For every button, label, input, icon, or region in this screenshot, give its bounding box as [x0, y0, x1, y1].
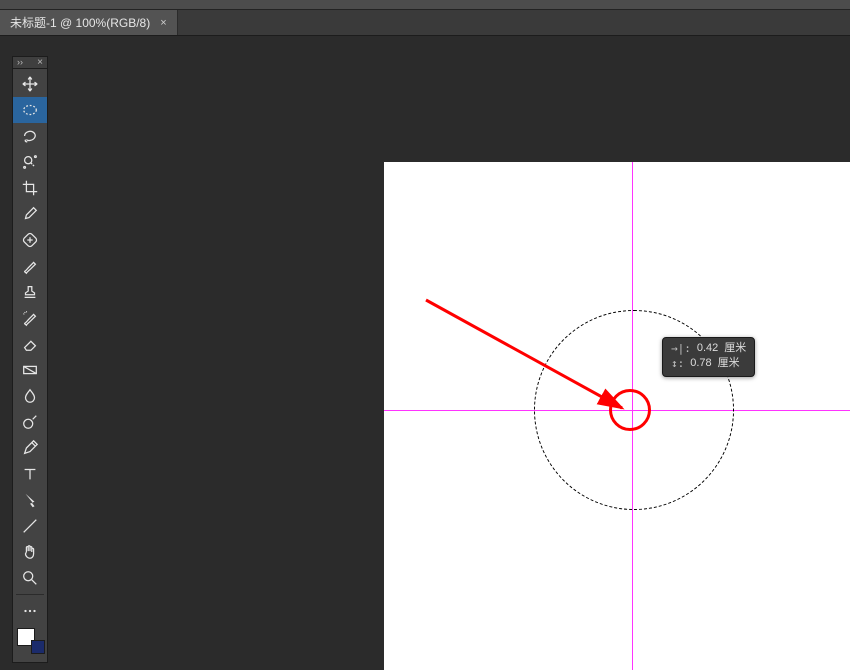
- blur-tool[interactable]: [13, 383, 47, 409]
- hand-tool[interactable]: [13, 539, 47, 565]
- history-brush-tool[interactable]: [13, 305, 47, 331]
- elliptical-marquee-tool[interactable]: [13, 97, 47, 123]
- gradient-tool[interactable]: [13, 357, 47, 383]
- collapse-icon: ››: [17, 58, 23, 67]
- pen-tool[interactable]: [13, 435, 47, 461]
- type-tool[interactable]: [13, 461, 47, 487]
- document-tab-title: 未标题-1 @ 100%(RGB/8): [10, 14, 150, 31]
- edit-toolbar-button[interactable]: [13, 598, 47, 624]
- measurement-tooltip: →|: 0.42 厘米 ↕: 0.78 厘米: [662, 337, 755, 377]
- line-tool[interactable]: [13, 513, 47, 539]
- eyedropper-tool[interactable]: [13, 201, 47, 227]
- dodge-tool[interactable]: [13, 409, 47, 435]
- clone-stamp-tool[interactable]: [13, 279, 47, 305]
- document-tab[interactable]: 未标题-1 @ 100%(RGB/8) ×: [0, 10, 178, 35]
- color-swatches[interactable]: [13, 624, 47, 658]
- close-icon[interactable]: ×: [37, 58, 43, 68]
- canvas[interactable]: →|: 0.42 厘米 ↕: 0.78 厘米: [384, 162, 850, 670]
- panel-handle[interactable]: ›› ×: [12, 56, 48, 68]
- document-tab-bar: 未标题-1 @ 100%(RGB/8) ×: [0, 10, 850, 36]
- width-symbol: →|:: [671, 341, 691, 356]
- height-symbol: ↕:: [671, 356, 684, 371]
- brush-tool[interactable]: [13, 253, 47, 279]
- background-swatch[interactable]: [31, 640, 45, 654]
- tools-panel: ›› ×: [12, 56, 48, 663]
- move-tool[interactable]: [13, 71, 47, 97]
- quick-selection-tool[interactable]: [13, 149, 47, 175]
- workspace: ›› × →|: 0.42 厘米: [0, 36, 850, 670]
- crop-tool[interactable]: [13, 175, 47, 201]
- height-value: 0.78: [690, 356, 711, 371]
- width-value: 0.42: [697, 341, 718, 356]
- eraser-tool[interactable]: [13, 331, 47, 357]
- tool-separator: [16, 594, 44, 595]
- height-unit: 厘米: [718, 356, 740, 371]
- spot-heal-tool[interactable]: [13, 227, 47, 253]
- width-unit: 厘米: [724, 341, 746, 356]
- annotation-circle: [609, 389, 651, 431]
- path-selection-tool[interactable]: [13, 487, 47, 513]
- zoom-tool[interactable]: [13, 565, 47, 591]
- close-icon[interactable]: ×: [158, 17, 168, 29]
- lasso-tool[interactable]: [13, 123, 47, 149]
- menu-bar: [0, 0, 850, 10]
